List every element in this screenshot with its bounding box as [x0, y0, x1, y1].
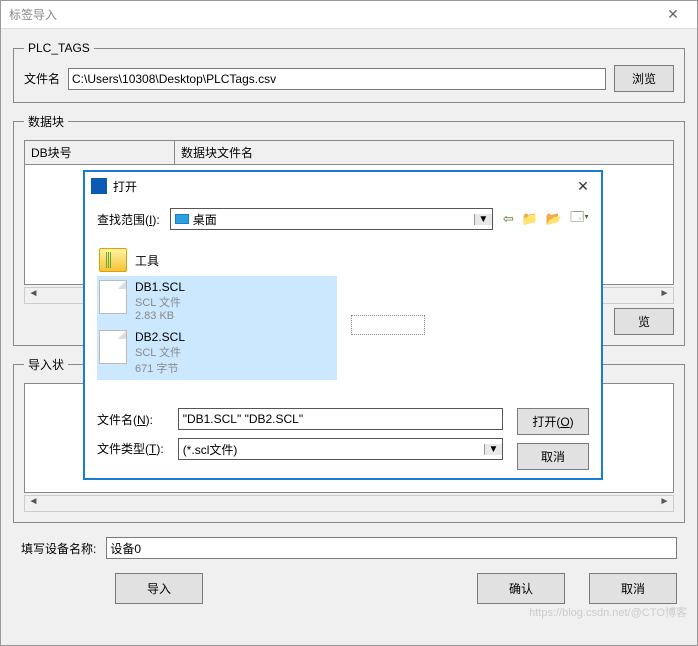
file-name: DB2.SCL	[135, 330, 185, 344]
plc-tags-legend: PLC_TAGS	[24, 41, 94, 55]
file-item[interactable]: DB2.SCL SCL 文件 671 字节	[97, 326, 337, 380]
open-dialog-close-icon[interactable]: ✕	[571, 178, 595, 195]
col-db-number: DB块号	[25, 141, 175, 164]
new-folder-icon[interactable]: 📂	[546, 211, 562, 227]
file-meta: DB2.SCL SCL 文件 671 字节	[135, 330, 185, 376]
button-bar: 导入 确认 取消	[13, 563, 685, 614]
folder-name: 工具	[135, 252, 159, 269]
scroll-left-icon[interactable]: ◄	[25, 288, 42, 303]
lookin-combo[interactable]: 桌面 ▼	[170, 208, 493, 230]
chevron-down-icon[interactable]: ▼	[484, 444, 502, 455]
file-list[interactable]: 工具 DB1.SCL SCL 文件 2.83 KB DB2.SCL SCL 文件	[97, 240, 589, 400]
filename-input[interactable]	[68, 68, 606, 90]
od-filetype-combo[interactable]: ▼	[178, 438, 503, 460]
import-status-legend: 导入状	[24, 356, 68, 373]
chevron-down-icon[interactable]: ▼	[474, 214, 492, 225]
od-filename-label: 文件名(N):	[97, 411, 164, 428]
scroll-right-icon[interactable]: ►	[656, 496, 673, 511]
file-size: 2.83 KB	[135, 310, 185, 322]
od-filetype-value[interactable]	[179, 439, 484, 459]
window-title: 标签导入	[9, 6, 657, 23]
desktop-icon	[175, 214, 189, 224]
status-hscrollbar[interactable]: ◄ ►	[24, 495, 674, 512]
file-type: SCL 文件	[135, 294, 185, 310]
open-dialog-title: 打开	[113, 178, 571, 195]
focus-rect	[351, 315, 425, 335]
nav-icons: ⇦ 📁 📂 🗔▾	[503, 208, 589, 230]
table-header: DB块号 数据块文件名	[24, 140, 674, 165]
file-name: DB1.SCL	[135, 280, 185, 294]
device-name-input[interactable]	[106, 537, 677, 559]
od-filename-input[interactable]	[179, 409, 502, 429]
folder-item[interactable]: 工具	[97, 244, 589, 276]
db-browse-button[interactable]: 览	[614, 308, 674, 335]
browse-button[interactable]: 浏览	[614, 65, 674, 92]
cancel-button[interactable]: 取消	[589, 573, 677, 604]
data-block-legend: 数据块	[24, 113, 68, 130]
od-cancel-button[interactable]: 取消	[517, 443, 589, 470]
folder-icon	[99, 248, 127, 272]
od-filetype-label: 文件类型(T):	[97, 440, 164, 457]
file-type: SCL 文件	[135, 344, 185, 360]
lookin-label: 查找范围(I):	[97, 211, 160, 228]
ok-button[interactable]: 确认	[477, 573, 565, 604]
import-button[interactable]: 导入	[115, 573, 203, 604]
device-label: 填写设备名称:	[21, 540, 96, 557]
open-dialog-titlebar: 打开 ✕	[85, 172, 601, 200]
od-filename-field[interactable]	[178, 408, 503, 430]
col-db-filename: 数据块文件名	[175, 141, 673, 164]
back-icon[interactable]: ⇦	[503, 211, 514, 227]
close-icon[interactable]: ✕	[657, 6, 689, 23]
file-item[interactable]: DB1.SCL SCL 文件 2.83 KB	[97, 276, 337, 326]
device-row: 填写设备名称:	[13, 533, 685, 563]
import-dialog: 标签导入 ✕ PLC_TAGS 文件名 浏览 数据块 DB块号 数据块文件名 ◄…	[0, 0, 698, 646]
plc-tags-group: PLC_TAGS 文件名 浏览	[13, 41, 685, 103]
open-dialog-body: 查找范围(I): 桌面 ▼ ⇦ 📁 📂 🗔▾	[85, 200, 601, 478]
lookin-row: 查找范围(I): 桌面 ▼ ⇦ 📁 📂 🗔▾	[97, 208, 589, 230]
app-icon	[91, 178, 107, 194]
file-size: 671 字节	[135, 360, 185, 376]
scroll-right-icon[interactable]: ►	[656, 288, 673, 303]
open-dialog-inputs: 文件名(N): 文件类型(T): ▼ 打开(O) 取消	[97, 408, 589, 470]
up-icon[interactable]: 📁	[522, 211, 538, 227]
open-file-dialog: 打开 ✕ 查找范围(I): 桌面 ▼ ⇦ 📁 📂 🗔▾	[83, 170, 603, 480]
file-meta: DB1.SCL SCL 文件 2.83 KB	[135, 280, 185, 322]
file-icon	[99, 280, 127, 314]
file-icon	[99, 330, 127, 364]
titlebar: 标签导入 ✕	[1, 1, 697, 29]
lookin-value: 桌面	[193, 211, 217, 228]
filename-label: 文件名	[24, 70, 60, 87]
open-button[interactable]: 打开(O)	[517, 408, 589, 435]
view-menu-icon[interactable]: 🗔▾	[570, 208, 589, 230]
scroll-left-icon[interactable]: ◄	[25, 496, 42, 511]
